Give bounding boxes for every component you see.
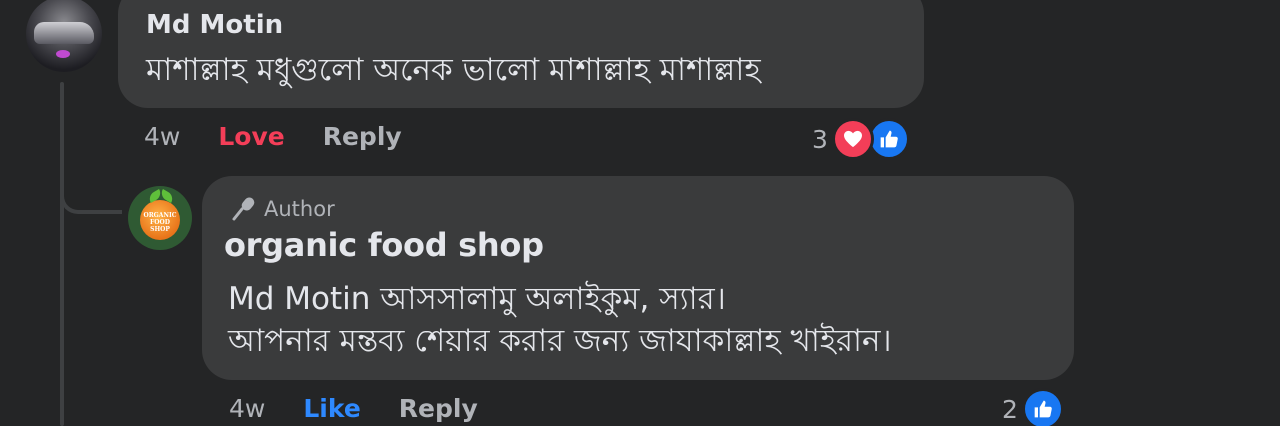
author-badge: Author bbox=[230, 195, 335, 223]
thread-line bbox=[60, 82, 64, 426]
reaction-count: 3 bbox=[812, 124, 828, 154]
logo-text: ORGANIC FOOD SHOP bbox=[143, 212, 177, 233]
thumbs-up-icon bbox=[1021, 388, 1064, 426]
comment-text: মাশাল্লাহ মধুগুলো অনেক ভালো মাশাল্লাহ মা… bbox=[146, 52, 761, 88]
avatar[interactable]: ORGANIC FOOD SHOP bbox=[128, 186, 192, 250]
reaction-count: 2 bbox=[1002, 394, 1018, 424]
reply-timestamp[interactable]: 4w bbox=[229, 394, 265, 423]
comment-author-name[interactable]: Md Motin bbox=[146, 10, 283, 40]
reply-button[interactable]: Reply bbox=[399, 394, 478, 423]
reply-button[interactable]: Reply bbox=[323, 122, 402, 151]
reply-actions: 4w Like Reply bbox=[229, 394, 478, 423]
comment-actions: 4w Love Reply bbox=[144, 122, 402, 151]
comment-thread: Md Motin মাশাল্লাহ মধুগুলো অনেক ভালো মাশ… bbox=[0, 0, 1280, 426]
microphone-icon bbox=[230, 195, 258, 223]
love-button[interactable]: Love bbox=[218, 122, 284, 151]
reaction-summary[interactable]: 2 bbox=[1002, 388, 1064, 426]
reply-author-name[interactable]: organic food shop bbox=[224, 226, 544, 264]
author-badge-label: Author bbox=[264, 197, 335, 221]
reply-text-line: আপনার মন্তব্য শেয়ার করার জন্য জাযাকাল্ল… bbox=[228, 323, 892, 359]
reaction-summary[interactable]: 3 bbox=[812, 118, 910, 160]
thread-connector bbox=[60, 160, 122, 214]
heart-icon bbox=[831, 118, 874, 160]
like-button[interactable]: Like bbox=[303, 394, 360, 423]
thumbs-up-icon bbox=[867, 118, 910, 160]
avatar[interactable] bbox=[26, 0, 102, 72]
comment-timestamp[interactable]: 4w bbox=[144, 122, 180, 151]
